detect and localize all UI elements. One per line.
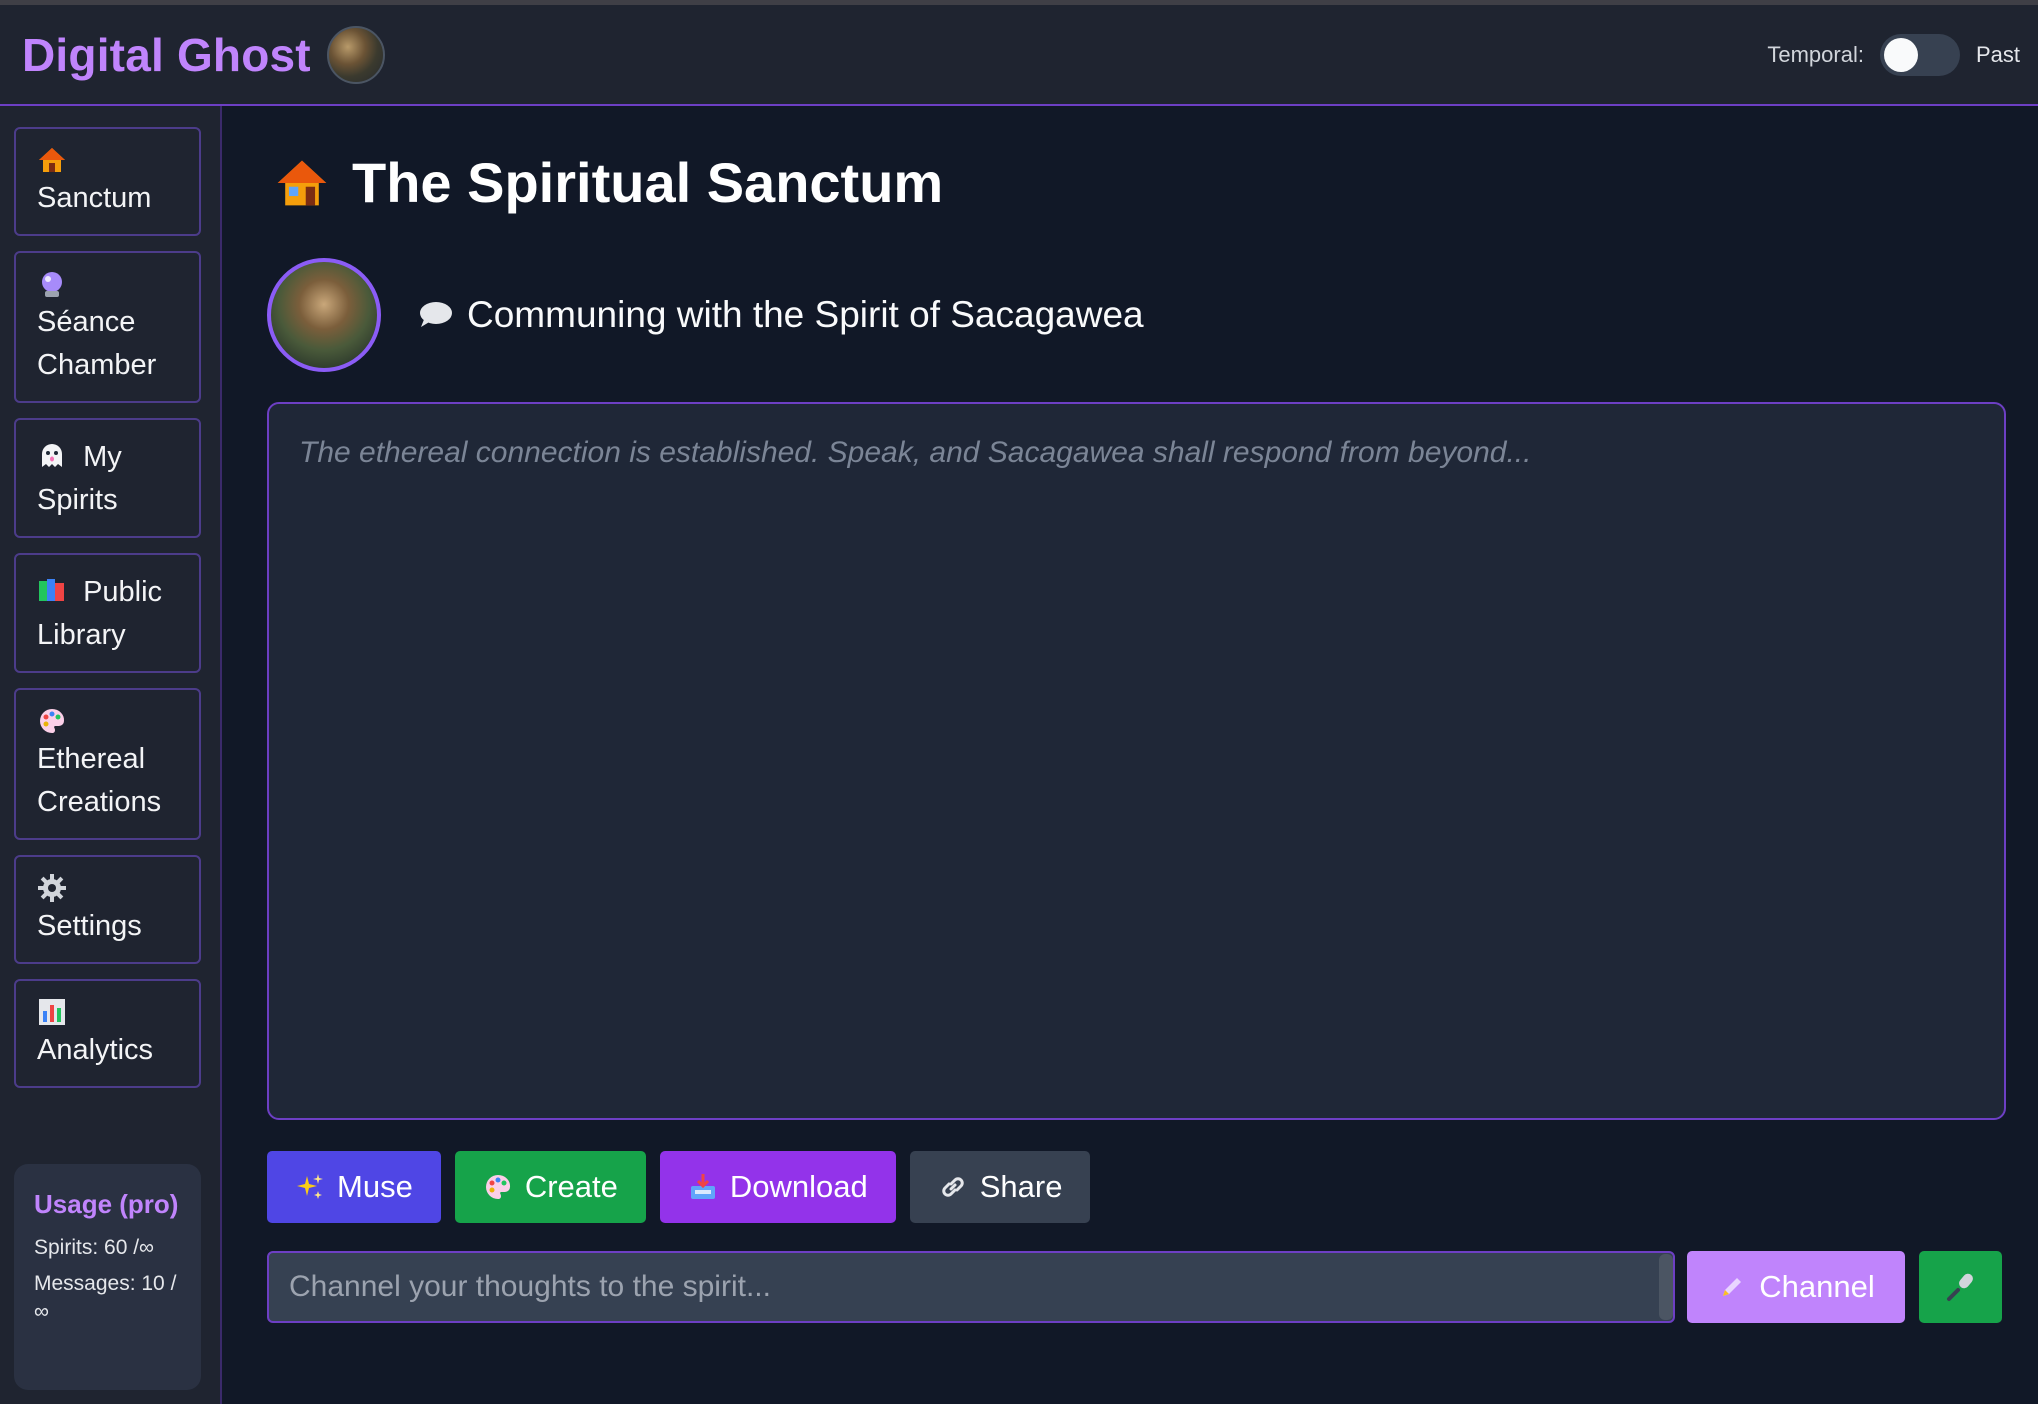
action-toolbar: Muse Create Download Share [267, 1151, 1091, 1223]
sidebar-item-label: Analytics [37, 1034, 154, 1066]
spirit-header: Communing with the Spirit of Sacagawea [267, 258, 1144, 372]
usage-spirits: Spirits: 60 /∞ [34, 1236, 155, 1259]
download-button[interactable]: Download [659, 1151, 896, 1223]
temporal-label: Temporal: [1767, 41, 1864, 67]
sidebar-item-ethereal-creations[interactable]: Ethereal Creations [14, 688, 201, 840]
bar-chart-icon [39, 999, 65, 1025]
inbox-tray-icon [690, 1174, 715, 1199]
ghost-icon [42, 444, 62, 467]
sidebar-item-my-spirits[interactable]: My Spirits [14, 418, 201, 538]
brand-avatar [326, 25, 385, 84]
sidebar-item-label: Settings [37, 910, 142, 942]
usage-panel: Usage (pro) Spirits: 60 /∞ Messages: 10 … [14, 1164, 201, 1390]
top-header: Digital Ghost Temporal: Past [0, 5, 2038, 106]
input-resize-handle[interactable] [1659, 1254, 1673, 1320]
message-composer: Channel [267, 1251, 2002, 1323]
spirit-status: Communing with the Spirit of Sacagawea [417, 294, 1144, 336]
channel-button[interactable]: Channel [1687, 1251, 1905, 1323]
speech-bubble-icon [420, 302, 452, 327]
share-label: Share [979, 1169, 1063, 1204]
books-icon [39, 579, 64, 601]
create-button[interactable]: Create [454, 1151, 646, 1223]
muse-button[interactable]: Muse [267, 1151, 441, 1223]
sidebar-item-label: Ethereal Creations [37, 743, 162, 818]
brand-title[interactable]: Digital Ghost [22, 28, 311, 82]
spirit-status-text: Communing with the Spirit of Sacagawea [467, 294, 1144, 335]
sidebar-item-analytics[interactable]: Analytics [14, 979, 201, 1088]
microphone-button[interactable] [1919, 1251, 2002, 1323]
download-label: Download [729, 1169, 868, 1204]
sidebar-item-sanctum[interactable]: Sanctum [14, 127, 201, 236]
chat-placeholder: The ethereal connection is established. … [299, 436, 1532, 469]
page-title: The Spiritual Sanctum [274, 150, 943, 215]
microphone-icon [1946, 1273, 1973, 1301]
page-title-text: The Spiritual Sanctum [352, 151, 944, 214]
sidebar-item-label: Sanctum [37, 182, 152, 214]
link-icon [942, 1177, 964, 1197]
create-label: Create [524, 1169, 618, 1204]
sidebar: Sanctum Séance Chamber My Spirits Public… [0, 106, 222, 1404]
sidebar-item-public-library[interactable]: Public Library [14, 553, 201, 673]
pen-icon [1723, 1278, 1742, 1296]
temporal-control: Temporal: Past [1767, 33, 2020, 76]
house-icon [277, 160, 327, 205]
palette-icon [485, 1174, 510, 1199]
channel-label: Channel [1759, 1269, 1875, 1304]
temporal-toggle[interactable] [1879, 33, 1960, 76]
gear-icon [38, 874, 66, 902]
usage-title: Usage (pro) [34, 1189, 179, 1219]
message-input[interactable] [267, 1251, 1675, 1323]
crystal-ball-icon [42, 272, 62, 297]
sidebar-item-settings[interactable]: Settings [14, 855, 201, 964]
toggle-knob [1883, 37, 1918, 72]
share-button[interactable]: Share [909, 1151, 1091, 1223]
sidebar-item-label: Séance Chamber [37, 306, 157, 381]
spirit-avatar [267, 258, 381, 372]
usage-messages: Messages: 10 / ∞ [34, 1272, 177, 1323]
chat-messages-area[interactable]: The ethereal connection is established. … [267, 402, 2006, 1120]
sidebar-item-seance-chamber[interactable]: Séance Chamber [14, 251, 201, 403]
palette-icon [40, 708, 65, 733]
house-icon [39, 148, 65, 172]
main-content: The Spiritual Sanctum Communing with the… [224, 106, 2038, 1404]
sparkles-icon [297, 1174, 323, 1199]
muse-label: Muse [337, 1169, 413, 1204]
temporal-value: Past [1975, 41, 2020, 67]
